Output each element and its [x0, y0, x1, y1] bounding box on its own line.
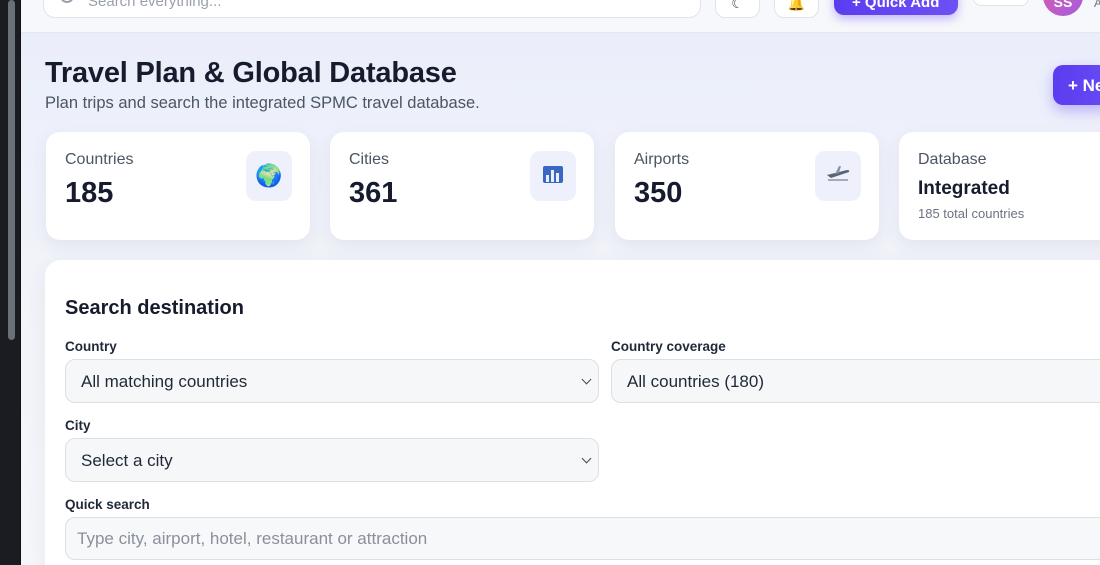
global-search-input[interactable]: Search everything...: [43, 0, 701, 18]
chevron-down-icon: [581, 374, 592, 385]
stat-value: 350: [634, 177, 683, 209]
stat-note: 185 total countries: [918, 206, 1025, 221]
notifications-button[interactable]: 🔔: [774, 0, 819, 18]
top-bar: Search everything... ☾ 🔔 + Quick Add SS …: [21, 0, 1100, 33]
stat-label: Countries: [65, 151, 134, 168]
global-search-placeholder: Search everything...: [88, 0, 222, 10]
country-label: Country: [65, 339, 117, 354]
quick-search-input[interactable]: Type city, airport, hotel, restaurant or…: [65, 517, 1100, 560]
country-select-value: All matching countries: [81, 372, 248, 391]
app-window: Search everything... ☾ 🔔 + Quick Add SS …: [21, 0, 1100, 565]
country-coverage-label: Country coverage: [611, 339, 726, 354]
stat-card-airports: Airports 350: [615, 132, 879, 240]
page-subtitle: Plan trips and search the integrated SPM…: [45, 94, 480, 112]
bell-icon: 🔔: [787, 0, 806, 11]
new-trip-button[interactable]: + New: [1053, 65, 1100, 105]
country-select[interactable]: All matching countries: [65, 359, 599, 403]
globe-icon: 🌍: [246, 151, 292, 201]
search-icon: [60, 0, 74, 3]
city-select-value: Select a city: [81, 451, 173, 470]
language-button[interactable]: [973, 0, 1029, 6]
left-window-edge: [0, 0, 20, 565]
city-chart-icon: [530, 151, 576, 201]
search-destination-panel: Search destination Country All matching …: [45, 260, 1100, 565]
city-select[interactable]: Select a city: [65, 438, 599, 482]
stat-value: Integrated: [918, 178, 1010, 199]
avatar-name: A: [1094, 0, 1100, 10]
stat-label: Airports: [634, 151, 690, 168]
stat-card-cities: Cities 361: [330, 132, 594, 240]
stat-label: Database: [918, 151, 987, 168]
avatar[interactable]: SS: [1043, 0, 1083, 16]
country-coverage-select[interactable]: All countries (180): [611, 359, 1100, 403]
quick-add-button[interactable]: + Quick Add: [834, 0, 958, 15]
moon-icon: ☾: [731, 0, 744, 11]
page-title: Travel Plan & Global Database: [45, 57, 457, 89]
theme-toggle-button[interactable]: ☾: [715, 0, 760, 18]
panel-title: Search destination: [65, 297, 244, 319]
stat-label: Cities: [349, 151, 390, 168]
stat-value: 361: [349, 177, 398, 209]
stat-card-countries: Countries 185 🌍: [46, 132, 310, 240]
scrollbar-thumb[interactable]: [8, 0, 15, 340]
stat-value: 185: [65, 177, 114, 209]
city-label: City: [65, 418, 91, 433]
chevron-down-icon: [581, 453, 592, 464]
stat-card-database: Database Integrated 185 total countries: [899, 132, 1100, 240]
quick-search-label: Quick search: [65, 497, 150, 512]
country-coverage-value: All countries (180): [627, 372, 765, 391]
airplane-icon: [815, 151, 861, 201]
quick-search-placeholder: Type city, airport, hotel, restaurant or…: [77, 529, 428, 548]
